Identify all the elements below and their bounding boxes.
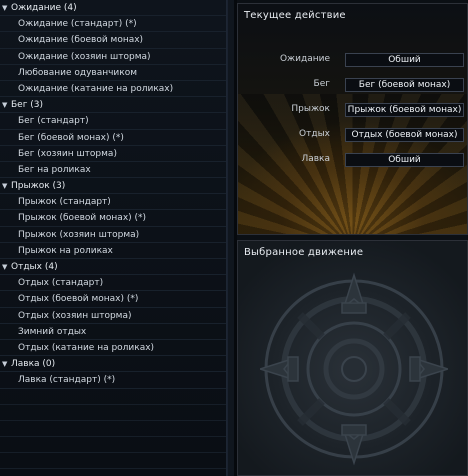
tree-item-label: Бег (стандарт)	[18, 116, 89, 127]
tree-item[interactable]: Прыжок (боевой монах) (*)	[0, 210, 226, 227]
tree-group-label: Отдых (4)	[11, 262, 58, 272]
tree-item[interactable]: Бег (боевой монах) (*)	[0, 130, 226, 146]
action-value-field[interactable]: Обший	[345, 53, 464, 67]
action-label: Прыжок	[291, 104, 330, 114]
tree-item-label: Бег (хозяин шторма)	[18, 148, 117, 159]
tree-empty-row	[0, 421, 226, 438]
tree-group-label: Лавка (0)	[11, 359, 56, 370]
current-action-panel: Текущее действие Ожидание Обший Бег Бег …	[237, 3, 468, 235]
tree-item[interactable]: Прыжок (стандарт)	[0, 194, 226, 211]
tree-group[interactable]: ▼ Прыжок (3)	[0, 178, 226, 195]
tree-empty-row	[0, 437, 226, 454]
tree-item-label: Отдых (катание на роликах)	[18, 342, 155, 353]
tree-item-label: Ожидание (стандарт) (*)	[18, 19, 137, 30]
tree-item[interactable]: Прыжок (хозяин шторма)	[0, 227, 226, 243]
tree-item-label: Отдых (стандарт)	[18, 278, 104, 289]
tree-scrollbar[interactable]	[227, 0, 234, 476]
tree-group[interactable]: ▼ Ожидание (4)	[0, 0, 226, 17]
tree-item-label: Бег (боевой монах) (*)	[18, 132, 124, 143]
selected-motion-panel: Выбранное движение	[237, 240, 468, 476]
tree-item-label: Прыжок на роликах	[18, 245, 113, 256]
triangle-down-icon[interactable]: ▼	[2, 356, 11, 372]
selected-motion-title: Выбранное движение	[244, 247, 364, 258]
tree-item[interactable]: Отдых (боевой монах) (*)	[0, 291, 226, 308]
tree-item[interactable]: Лавка (стандарт) (*)	[0, 372, 226, 389]
action-value-field[interactable]: Бег (боевой монах)	[345, 78, 464, 92]
triangle-down-icon[interactable]: ▼	[2, 0, 11, 16]
tree-group[interactable]: ▼ Лавка (0)	[0, 356, 226, 373]
tree-item-label: Любование одуванчиком	[18, 67, 138, 78]
action-row-run: Бег Бег (боевой монах)	[238, 78, 467, 93]
tree-item[interactable]: Ожидание (стандарт) (*)	[0, 16, 226, 33]
compass-emblem-icon	[260, 272, 448, 466]
tree-item[interactable]: Прыжок на роликах	[0, 243, 226, 259]
tree-item-label: Бег на роликах	[18, 164, 91, 175]
tree-group[interactable]: ▼ Бег (3)	[0, 97, 226, 114]
tree-item-label: Отдых (хозяин шторма)	[18, 310, 132, 321]
action-label: Ожидание	[279, 54, 330, 64]
tree-item-label: Ожидание (хозяин шторма)	[18, 51, 151, 62]
tree-item[interactable]: Ожидание (катание на роликах)	[0, 81, 226, 98]
tree-item-label: Отдых (боевой монах) (*)	[18, 294, 139, 305]
tree-item-label: Ожидание (катание на роликах)	[18, 83, 174, 94]
tree-empty-row	[0, 453, 226, 470]
action-label: Отдых	[299, 129, 330, 139]
motion-tree-rows: ▼ Ожидание (4) Ожидание (стандарт) (*) Ожид…	[0, 0, 226, 470]
tree-item-label: Прыжок (боевой монах) (*)	[18, 213, 147, 224]
tree-item-label: Прыжок (хозяин шторма)	[18, 229, 140, 240]
action-value-field[interactable]: Обший	[345, 153, 464, 167]
action-label: Лавка	[301, 154, 330, 164]
tree-item[interactable]: Бег (стандарт)	[0, 113, 226, 130]
tree-group-label: Прыжок (3)	[11, 181, 66, 192]
tree-item[interactable]: Отдых (хозяин шторма)	[0, 308, 226, 324]
tree-group-label: Бег (3)	[11, 100, 44, 111]
tree-empty-row	[0, 389, 226, 405]
tree-group-label: Ожидание (4)	[11, 3, 77, 13]
tree-empty-row	[0, 405, 226, 421]
action-value-field[interactable]: Отдых (боевой монах)	[345, 128, 464, 142]
action-row-jump: Прыжок Прыжок (боевой монах)	[238, 103, 467, 118]
action-value-field[interactable]: Прыжок (боевой монах)	[345, 103, 464, 117]
action-label: Бег	[313, 79, 330, 89]
tree-item[interactable]: Бег (хозяин шторма)	[0, 146, 226, 162]
tree-item-label: Зимний отдых	[18, 326, 87, 337]
action-row-idle: Ожидание Обший	[238, 53, 467, 68]
tree-group[interactable]: ▼ Отдых (4)	[0, 259, 226, 276]
tree-item[interactable]: Отдых (катание на роликах)	[0, 340, 226, 357]
tree-item[interactable]: Любование одуванчиком	[0, 65, 226, 81]
motion-tree: ▼ Ожидание (4) Ожидание (стандарт) (*) Ожид…	[0, 0, 227, 476]
action-row-rest: Отдых Отдых (боевой монах)	[238, 128, 467, 143]
tree-item[interactable]: Ожидание (хозяин шторма)	[0, 49, 226, 65]
tree-item[interactable]: Зимний отдых	[0, 324, 226, 340]
triangle-down-icon[interactable]: ▼	[2, 97, 11, 113]
triangle-down-icon[interactable]: ▼	[2, 259, 11, 275]
triangle-down-icon[interactable]: ▼	[2, 178, 11, 194]
tree-item-label: Прыжок (стандарт)	[18, 197, 111, 208]
tree-item-label: Лавка (стандарт) (*)	[18, 375, 116, 386]
current-action-title: Текущее действие	[244, 10, 346, 21]
tree-item[interactable]: Бег на роликах	[0, 162, 226, 179]
tree-item[interactable]: Отдых (стандарт)	[0, 275, 226, 292]
tree-item-label: Ожидание (боевой монах)	[18, 35, 144, 46]
action-row-bench: Лавка Обший	[238, 153, 467, 168]
tree-item[interactable]: Ожидание (боевой монах)	[0, 32, 226, 49]
